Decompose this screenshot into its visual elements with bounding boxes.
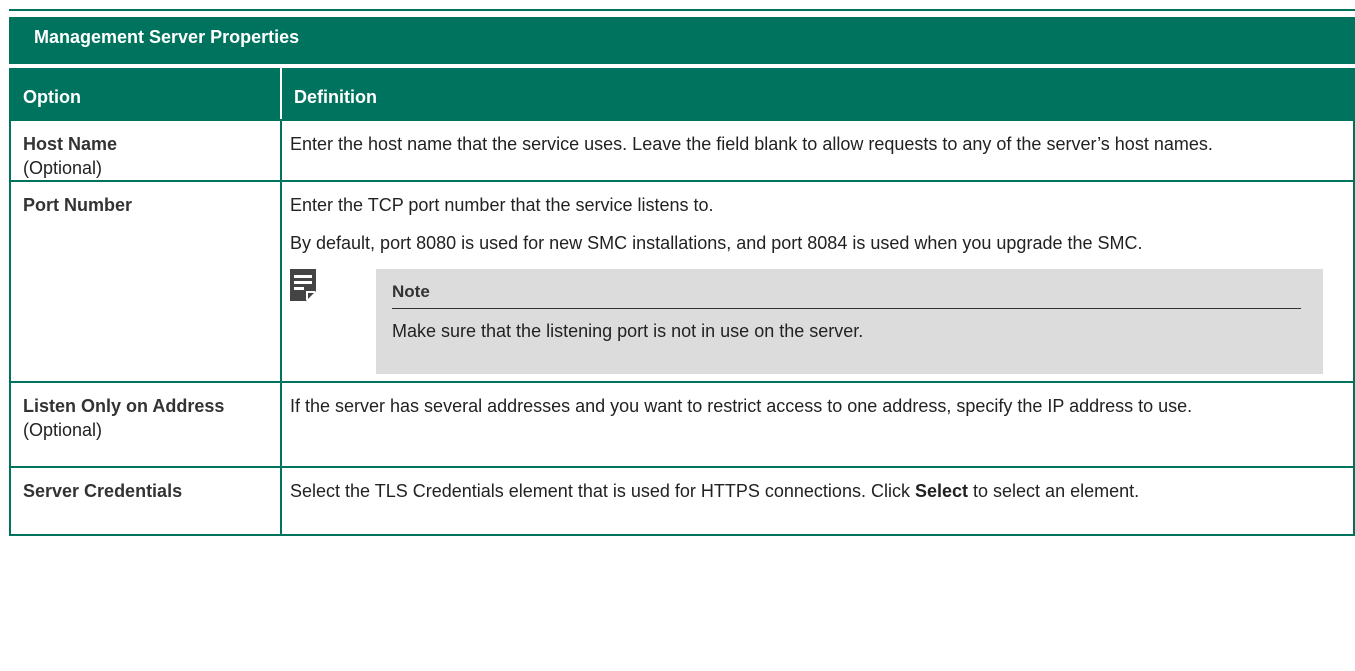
- definition-text: Select the TLS Credentials element that …: [290, 479, 1323, 503]
- option-name: Server Credentials: [23, 481, 183, 501]
- note-title: Note: [392, 280, 1301, 309]
- note-box: Note Make sure that the listening port i…: [376, 269, 1323, 374]
- definition-cell: If the server has several addresses and …: [280, 381, 1355, 468]
- definition-text: By default, port 8080 is used for new SM…: [290, 233, 1143, 253]
- definition-column-header: Definition: [280, 68, 1355, 121]
- top-rule: [9, 9, 1355, 11]
- option-cell: Host Name (Optional): [9, 119, 282, 182]
- table-title: Management Server Properties: [9, 17, 1355, 64]
- option-cell: Server Credentials: [9, 466, 282, 536]
- note-text: Make sure that the listening port is not…: [392, 321, 864, 341]
- option-qualifier: (Optional): [23, 420, 103, 440]
- note-icon: [290, 269, 316, 301]
- option-name: Listen Only on Address: [23, 396, 225, 416]
- table-row: Port Number Enter the TCP port number th…: [9, 180, 1355, 383]
- option-cell: Port Number: [9, 180, 282, 383]
- option-name: Port Number: [23, 195, 133, 215]
- definition-text-end: to select an element.: [968, 481, 1140, 501]
- properties-table: Option Definition Host Name (Optional) E…: [9, 68, 1355, 536]
- definition-text: Enter the TCP port number that the servi…: [290, 195, 714, 215]
- option-cell: Listen Only on Address (Optional): [9, 381, 282, 468]
- definition-text-start: Select the TLS Credentials element that …: [290, 481, 915, 501]
- select-label: Select: [914, 481, 969, 501]
- option-qualifier: (Optional): [23, 158, 103, 178]
- definition-text: If the server has several addresses and …: [290, 396, 1193, 416]
- definition-cell: Enter the TCP port number that the servi…: [280, 180, 1355, 383]
- table-row: Listen Only on Address (Optional) If the…: [9, 381, 1355, 468]
- note-callout: Note Make sure that the listening port i…: [290, 269, 1323, 379]
- table-row: Server Credentials Select the TLS Creden…: [9, 466, 1355, 536]
- option-column-header: Option: [9, 68, 282, 121]
- definition-cell: Select the TLS Credentials element that …: [280, 466, 1355, 536]
- table-row: Host Name (Optional) Enter the host name…: [9, 119, 1355, 182]
- option-name: Host Name: [23, 134, 118, 154]
- definition-cell: Enter the host name that the service use…: [280, 119, 1355, 182]
- header-row: Option Definition: [9, 68, 1355, 121]
- definition-text: Enter the host name that the service use…: [290, 134, 1213, 154]
